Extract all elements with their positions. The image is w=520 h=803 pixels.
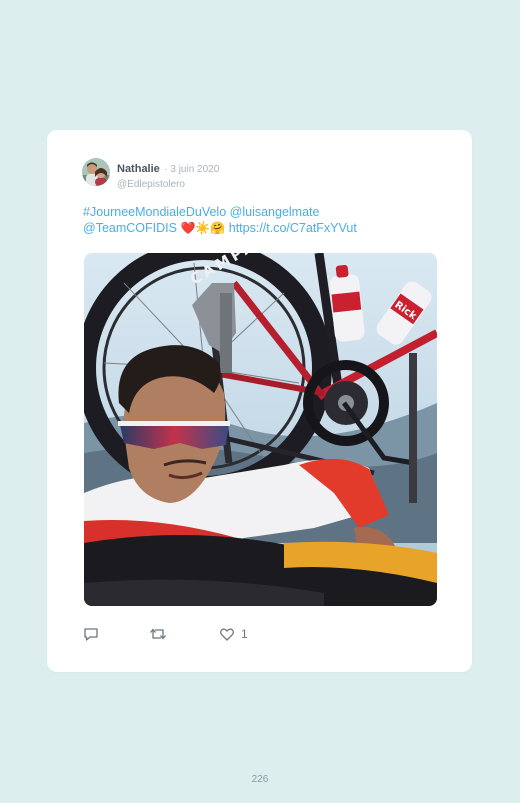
hashtag-link[interactable]: #JourneeMondialeDuVelo (83, 205, 226, 219)
display-name[interactable]: Nathalie (117, 163, 160, 175)
emoji-text: ❤️☀️🤗 (180, 221, 226, 235)
tweet-actions: 1 (83, 626, 383, 644)
tweet-photo[interactable]: CAMPAGNOLO (84, 253, 437, 606)
cyclist-photo: CAMPAGNOLO (84, 253, 437, 606)
mention-link[interactable]: @luisangelmate (230, 205, 320, 219)
tweet-date[interactable]: · 3 juin 2020 (164, 164, 219, 175)
like-count: 1 (241, 627, 248, 641)
car-roof (84, 535, 437, 606)
tweet-text: #JourneeMondialeDuVelo @luisangelmate @T… (83, 204, 443, 236)
url-link[interactable]: https://t.co/C7atFxYVut (229, 221, 357, 235)
like-icon[interactable] (219, 626, 235, 642)
retweet-icon[interactable] (149, 626, 167, 642)
tweet-card: Nathalie · 3 juin 2020 @Edlepistolero #J… (47, 130, 472, 672)
page-number: 226 (251, 774, 269, 785)
user-handle[interactable]: @Edlepistolero (117, 179, 219, 190)
avatar[interactable] (82, 158, 110, 186)
reply-icon[interactable] (83, 626, 99, 642)
mention-link[interactable]: @TeamCOFIDIS (83, 221, 177, 235)
author-info: Nathalie · 3 juin 2020 @Edlepistolero (117, 159, 219, 190)
